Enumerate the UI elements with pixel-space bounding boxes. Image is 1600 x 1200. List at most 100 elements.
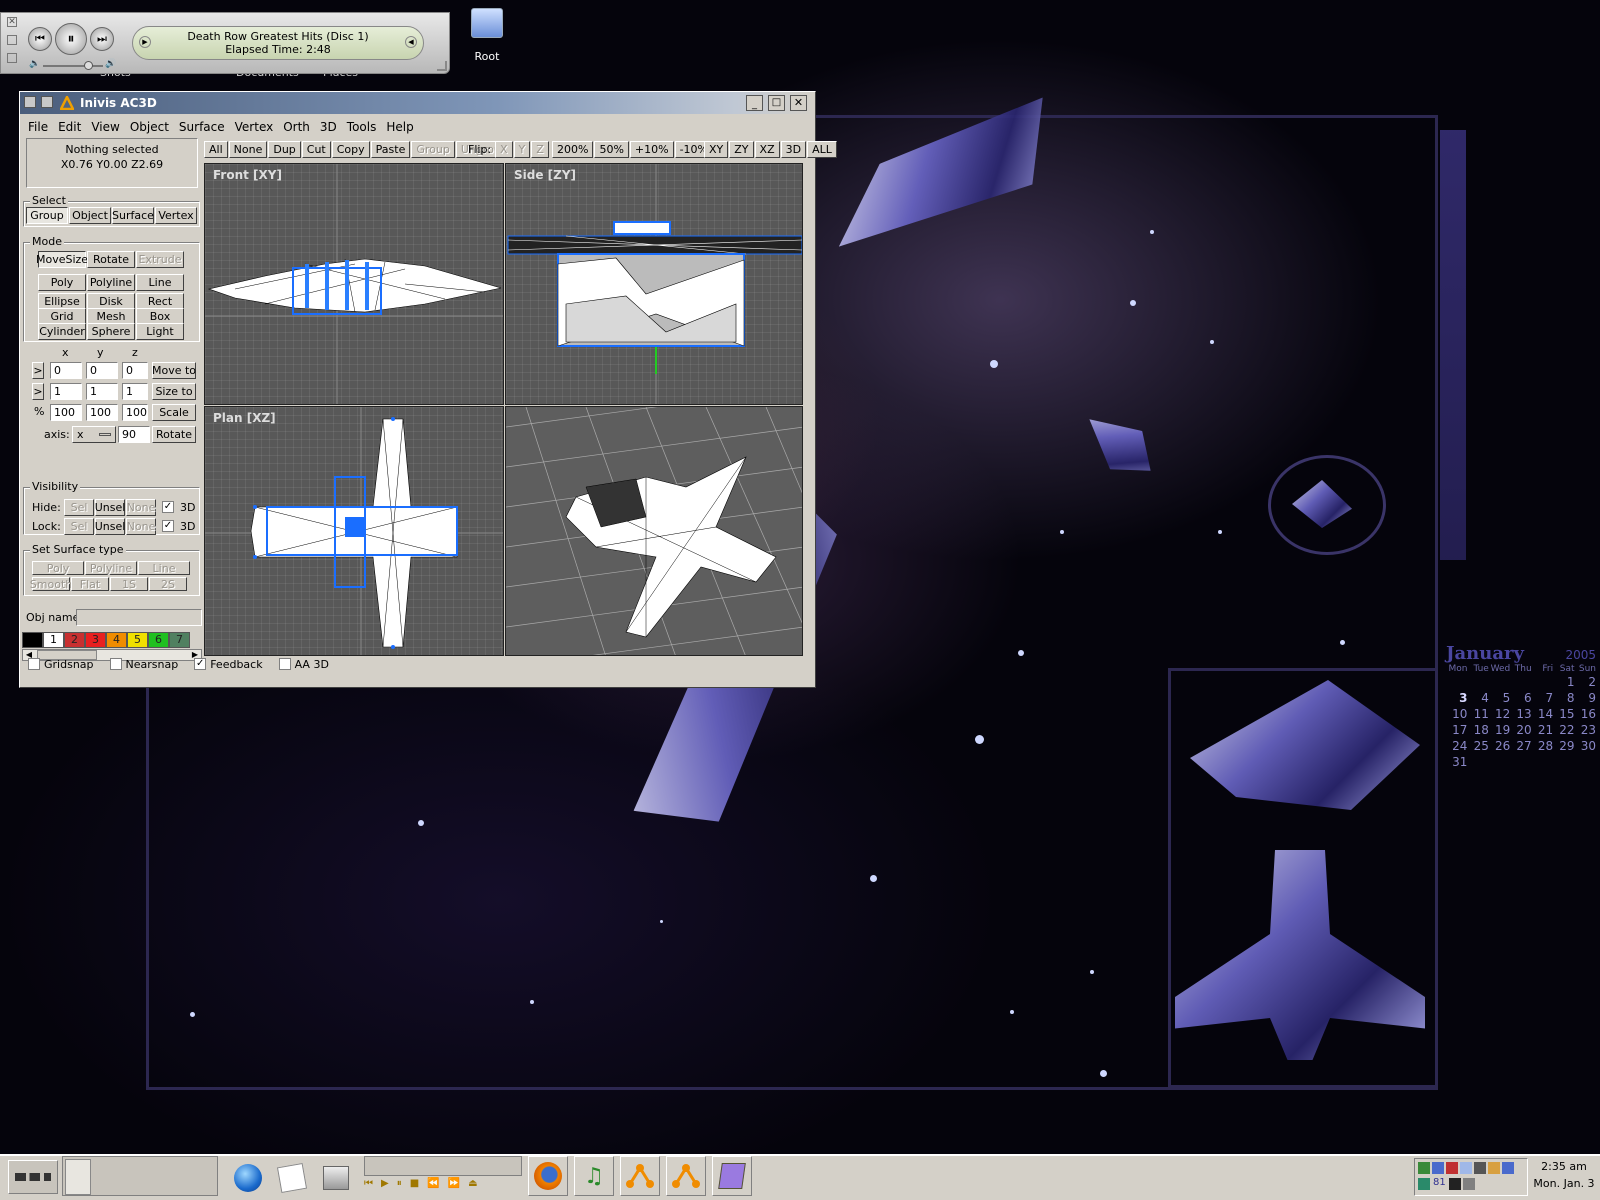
- rotate-button[interactable]: Rotate: [152, 426, 196, 443]
- checkbox-icon[interactable]: [28, 658, 40, 670]
- viewport-side[interactable]: Side [ZY]: [505, 163, 803, 405]
- mini-forward-icon[interactable]: ⏩: [448, 1178, 460, 1194]
- scale-button[interactable]: Scale: [152, 404, 196, 421]
- checkbox-icon[interactable]: [278, 658, 291, 670]
- checkbox-icon[interactable]: [109, 658, 122, 670]
- viewport-front[interactable]: Front [XY]: [204, 163, 504, 405]
- window-menu-icon[interactable]: [24, 96, 36, 108]
- hide-sel-button[interactable]: Sel: [64, 499, 94, 516]
- mini-prev-icon[interactable]: ⏮: [364, 1178, 373, 1194]
- select-object-button[interactable]: Object: [69, 207, 111, 224]
- taskbar-notes[interactable]: [712, 1156, 752, 1196]
- window-shade-icon[interactable]: [41, 96, 53, 108]
- palette-swatch-1[interactable]: 1: [43, 632, 64, 648]
- flip-y-button[interactable]: Y: [513, 141, 531, 158]
- hide-unsel-button[interactable]: Unsel: [95, 499, 125, 516]
- viewport-3d[interactable]: [505, 406, 803, 656]
- surface-line-button[interactable]: Line: [138, 561, 190, 575]
- mode-line-button[interactable]: Line: [136, 274, 184, 291]
- mode-extrude-button[interactable]: Extrude: [136, 251, 184, 268]
- checkbox-icon[interactable]: ✓: [194, 658, 207, 670]
- lock-sel-button[interactable]: Sel: [64, 518, 94, 535]
- menu-surface[interactable]: Surface: [179, 120, 225, 134]
- move-toggle-button[interactable]: >: [32, 362, 44, 379]
- mini-play-icon[interactable]: ▶: [381, 1178, 389, 1194]
- size-x-input[interactable]: 1: [50, 383, 82, 400]
- mode-polyline-button[interactable]: Polyline: [87, 274, 135, 291]
- move-x-input[interactable]: 0: [50, 362, 82, 379]
- web-icon[interactable]: [1418, 1178, 1430, 1190]
- size-z-input[interactable]: 1: [122, 383, 148, 400]
- palette-swatch-7[interactable]: 7: [169, 632, 190, 648]
- surface-polyline-button[interactable]: Polyline: [85, 561, 137, 575]
- mini-rewind-icon[interactable]: ⏪: [427, 1178, 439, 1194]
- close-icon[interactable]: ✕: [7, 17, 17, 27]
- hide-none-button[interactable]: None: [126, 499, 156, 516]
- axis-select[interactable]: x: [72, 426, 116, 443]
- view-3d-button[interactable]: 3D: [780, 141, 807, 158]
- taskbar-windows-area[interactable]: [364, 1156, 522, 1176]
- close-button[interactable]: ✕: [790, 95, 807, 111]
- option-feedback[interactable]: ✓ Feedback: [194, 656, 263, 672]
- rotate-angle-input[interactable]: 90: [118, 426, 150, 443]
- none-button[interactable]: None: [228, 141, 268, 158]
- network-icon[interactable]: [1418, 1162, 1430, 1174]
- shield-icon[interactable]: [1446, 1162, 1458, 1174]
- palette-swatch-black[interactable]: [22, 632, 43, 648]
- pager-desktop-1[interactable]: [65, 1159, 91, 1195]
- group-button[interactable]: Group: [411, 141, 455, 158]
- option-gridsnap[interactable]: Gridsnap: [28, 656, 94, 672]
- palette-swatch-3[interactable]: 3: [85, 632, 106, 648]
- taskbar-ac3d-1[interactable]: [620, 1156, 660, 1196]
- mode-movesize-button[interactable]: MoveSize: [36, 251, 88, 268]
- zoom-10-button[interactable]: +10%: [629, 141, 674, 158]
- taskbar-firefox[interactable]: [528, 1156, 568, 1196]
- minimize-button[interactable]: _: [746, 95, 763, 111]
- view-xy-button[interactable]: XY: [704, 141, 729, 158]
- lock-unsel-button[interactable]: Unsel: [95, 518, 125, 535]
- palette-swatch-5[interactable]: 5: [127, 632, 148, 648]
- mini-pause-icon[interactable]: ⏸: [397, 1178, 402, 1194]
- mail-icon[interactable]: [1460, 1162, 1472, 1174]
- menu-vertex[interactable]: Vertex: [235, 120, 274, 134]
- move-to-button[interactable]: Move to: [152, 362, 196, 379]
- scale-y-input[interactable]: 100: [86, 404, 118, 421]
- menu-3d[interactable]: 3D: [320, 120, 337, 134]
- size-toggle-button[interactable]: >: [32, 383, 44, 400]
- select-vertex-button[interactable]: Vertex: [155, 207, 197, 224]
- obj-name-input[interactable]: [76, 609, 202, 626]
- title-bar[interactable]: Inivis AC3D _ □ ✕: [20, 92, 815, 114]
- menu-view[interactable]: View: [91, 120, 119, 134]
- desktop-icon-root[interactable]: Root: [465, 8, 509, 63]
- file-manager-launcher[interactable]: [316, 1158, 356, 1198]
- restore-icon[interactable]: [7, 53, 17, 63]
- view-all-button[interactable]: ALL: [807, 141, 837, 158]
- palette-swatch-4[interactable]: 4: [106, 632, 127, 648]
- volume-slider[interactable]: 🔈 🔊: [29, 59, 116, 71]
- next-button[interactable]: ⏭: [90, 27, 114, 51]
- taskbar-start-button[interactable]: [8, 1160, 58, 1194]
- taskbar-music[interactable]: ♫: [574, 1156, 614, 1196]
- option-aa-3d[interactable]: AA 3D: [278, 656, 329, 672]
- wifi-icon[interactable]: [1502, 1162, 1514, 1174]
- clock[interactable]: 2:35 am Mon. Jan. 3: [1532, 1158, 1596, 1192]
- dup-button[interactable]: Dup: [268, 141, 301, 158]
- volume-knob[interactable]: [84, 61, 93, 70]
- display-right-arrow-icon[interactable]: ◀: [405, 36, 417, 48]
- maximize-button[interactable]: □: [768, 95, 785, 111]
- mini-stop-icon[interactable]: ■: [410, 1178, 419, 1194]
- copy-button[interactable]: Copy: [331, 141, 370, 158]
- move-icon[interactable]: [1474, 1162, 1486, 1174]
- menu-object[interactable]: Object: [130, 120, 169, 134]
- menu-tools[interactable]: Tools: [347, 120, 377, 134]
- mode-rotate-button[interactable]: Rotate: [87, 251, 135, 268]
- view-zy-button[interactable]: ZY: [729, 141, 754, 158]
- palette-swatch-6[interactable]: 6: [148, 632, 169, 648]
- browser-launcher[interactable]: [228, 1158, 268, 1198]
- mode-poly-button[interactable]: Poly: [38, 274, 86, 291]
- surface-smooth-button[interactable]: Smooth: [30, 577, 72, 591]
- lock-none-button[interactable]: None: [126, 518, 156, 535]
- size-to-button[interactable]: Size to: [152, 383, 196, 400]
- minimize-icon[interactable]: [7, 35, 17, 45]
- flip-x-button[interactable]: X: [495, 141, 513, 158]
